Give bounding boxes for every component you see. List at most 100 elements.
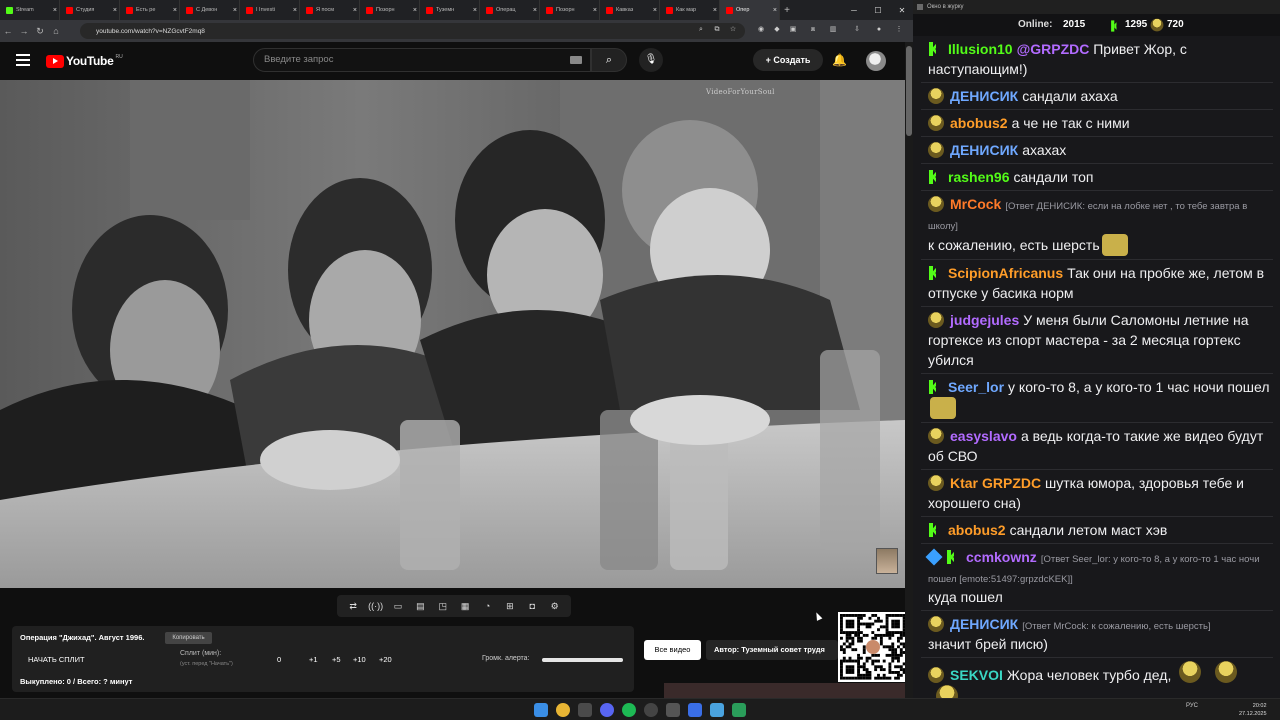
browser-tab[interactable]: Как мар ×	[660, 0, 720, 20]
camera-icon[interactable]: ◘	[523, 601, 541, 611]
chrome-icon[interactable]	[556, 703, 570, 717]
scrollbar-thumb[interactable]	[906, 46, 912, 136]
maximize-button[interactable]: ☐	[866, 0, 890, 20]
chat-mention[interactable]: @GRPZDC	[1017, 41, 1090, 57]
alert-volume-slider[interactable]	[542, 658, 623, 662]
browser-tab[interactable]: Опер ×	[720, 0, 780, 20]
step-plus-5-button[interactable]: +5	[332, 655, 341, 664]
extension-icon[interactable]: ▣	[788, 25, 798, 35]
chat-message[interactable]: abobus2 сандали летом маст хэв	[921, 517, 1273, 544]
download-icon[interactable]: ⇩	[852, 25, 862, 35]
browser-tab[interactable]: Позорн ×	[540, 0, 600, 20]
forward-icon[interactable]: →	[16, 26, 32, 36]
youtube-logo[interactable]: YouTube RU	[46, 54, 123, 68]
browser-tab[interactable]: С Девон ×	[180, 0, 240, 20]
tab-close-icon[interactable]: ×	[533, 7, 537, 14]
obs-icon[interactable]	[644, 703, 658, 717]
discord-icon[interactable]	[600, 703, 614, 717]
spotify-icon[interactable]	[622, 703, 636, 717]
bell-icon[interactable]: 🔔	[832, 53, 847, 67]
chat-message[interactable]: Ktar GRPZDC шутка юмора, здоровья тебе и …	[921, 470, 1273, 517]
chat-message[interactable]: rashen96 сандали топ	[921, 164, 1273, 191]
chat-message-list[interactable]: Illusion10 @GRPZDC Привет Жор, с наступаю…	[921, 36, 1273, 698]
voice-search-button[interactable]: 🎙	[639, 48, 663, 72]
app-icon[interactable]	[578, 703, 592, 717]
search-input[interactable]: Введите запрос	[253, 48, 591, 72]
extensions-puzzle-icon[interactable]: ⧈	[808, 25, 818, 35]
chat-message[interactable]: ccmkownz [Ответ Seer_lor: у кого-то 8, а …	[921, 544, 1273, 611]
tab-close-icon[interactable]: ×	[473, 7, 477, 14]
browser-tab[interactable]: Студия ×	[60, 0, 120, 20]
screen-icon[interactable]: ▭	[389, 601, 407, 612]
app-icon[interactable]	[732, 703, 746, 717]
chat-username[interactable]: judgejules	[950, 312, 1019, 328]
page-scrollbar[interactable]	[905, 42, 913, 698]
chat-message[interactable]: easyslavo а ведь когда-то такие же видео …	[921, 423, 1273, 470]
search-button[interactable]: ⌕	[591, 48, 627, 72]
browser-tab[interactable]: Stream ×	[0, 0, 60, 20]
close-window-button[interactable]: ✕	[890, 0, 913, 20]
chat-username[interactable]: ScipionAfricanus	[948, 265, 1063, 281]
tab-close-icon[interactable]: ×	[173, 7, 177, 14]
app-icon[interactable]	[666, 703, 680, 717]
copy-button[interactable]: Копировать	[165, 632, 212, 644]
chat-username[interactable]: rashen96	[948, 169, 1009, 185]
back-icon[interactable]: ←	[0, 26, 16, 36]
loop-icon[interactable]: ⇄	[344, 601, 362, 612]
film-icon[interactable]: ▤	[411, 601, 429, 612]
chat-message[interactable]: abobus2 а че не так с ними	[921, 110, 1273, 137]
chat-message[interactable]: SEKVOI Жора человек турбо дед,	[921, 658, 1273, 698]
step-plus-1-button[interactable]: +1	[309, 655, 318, 664]
chat-username[interactable]: Seer_lor	[948, 379, 1004, 395]
all-videos-button[interactable]: Все видео	[644, 640, 701, 660]
menu-icon[interactable]: ⋮	[894, 25, 904, 35]
subtitles-icon[interactable]: ▦	[456, 601, 474, 612]
chat-username[interactable]: ДЕНИСИК	[950, 142, 1018, 158]
install-icon[interactable]: ⧉	[712, 25, 722, 35]
tray-lang[interactable]: РУС	[1186, 703, 1198, 709]
pip-thumbnail[interactable]	[876, 548, 898, 574]
author-button[interactable]: Автор: Туземный совет трудя	[706, 640, 838, 660]
chat-username[interactable]: abobus2	[948, 522, 1006, 538]
browser-tab[interactable]: Позорн ×	[360, 0, 420, 20]
chat-mention[interactable]: GRPZDC	[982, 475, 1041, 491]
telegram-icon[interactable]	[710, 703, 724, 717]
chat-username[interactable]: Ktar	[950, 475, 978, 491]
chat-username[interactable]: ДЕНИСИК	[950, 616, 1018, 632]
browser-tab[interactable]: I Investi ×	[240, 0, 300, 20]
tab-close-icon[interactable]: ×	[353, 7, 357, 14]
gear-icon[interactable]: ⚙	[546, 601, 564, 612]
app-icon[interactable]	[688, 703, 702, 717]
start-icon[interactable]	[534, 703, 548, 717]
tab-close-icon[interactable]: ×	[773, 7, 777, 14]
zoom-icon[interactable]: ⌕	[696, 25, 706, 35]
chat-username[interactable]: MrCock	[950, 196, 1001, 212]
step-plus-20-button[interactable]: +20	[379, 655, 392, 664]
tab-close-icon[interactable]: ×	[713, 7, 717, 14]
split-value[interactable]: 0	[277, 655, 281, 664]
reload-icon[interactable]: ↻	[32, 26, 48, 37]
chat-message[interactable]: ДЕНИСИК сандали ахаха	[921, 83, 1273, 110]
profile-icon[interactable]: ●	[874, 25, 884, 35]
video-player[interactable]: VideoForYourSoul	[0, 80, 905, 588]
chat-message[interactable]: judgejules У меня были Саломоны летние на…	[921, 307, 1273, 374]
menu-icon[interactable]	[16, 54, 30, 66]
browser-tab[interactable]: Есть ре ×	[120, 0, 180, 20]
extension-icon[interactable]: ◆	[772, 25, 782, 35]
chat-username[interactable]: abobus2	[950, 115, 1008, 131]
avatar[interactable]	[866, 51, 886, 71]
browser-tab[interactable]: Я посм ×	[300, 0, 360, 20]
cast-icon[interactable]: ((·))	[367, 601, 385, 611]
browser-tab[interactable]: Кавказ ×	[600, 0, 660, 20]
url-field[interactable]: youtube.com/watch?v=NZGcvtF2mq8	[80, 23, 745, 39]
chat-username[interactable]: Illusion10	[948, 41, 1013, 57]
chat-username[interactable]: ДЕНИСИК	[950, 88, 1018, 104]
tab-close-icon[interactable]: ×	[593, 7, 597, 14]
start-split-button[interactable]: НАЧАТЬ СПЛИТ	[28, 655, 85, 664]
tab-close-icon[interactable]: ×	[413, 7, 417, 14]
new-tab-button[interactable]: +	[780, 5, 794, 16]
chat-message[interactable]: MrCock [Ответ ДЕНИСИК: если на лобке нет …	[921, 191, 1273, 260]
browser-tab[interactable]: Туземн ×	[420, 0, 480, 20]
home-icon[interactable]: ⌂	[48, 26, 64, 36]
tab-close-icon[interactable]: ×	[233, 7, 237, 14]
